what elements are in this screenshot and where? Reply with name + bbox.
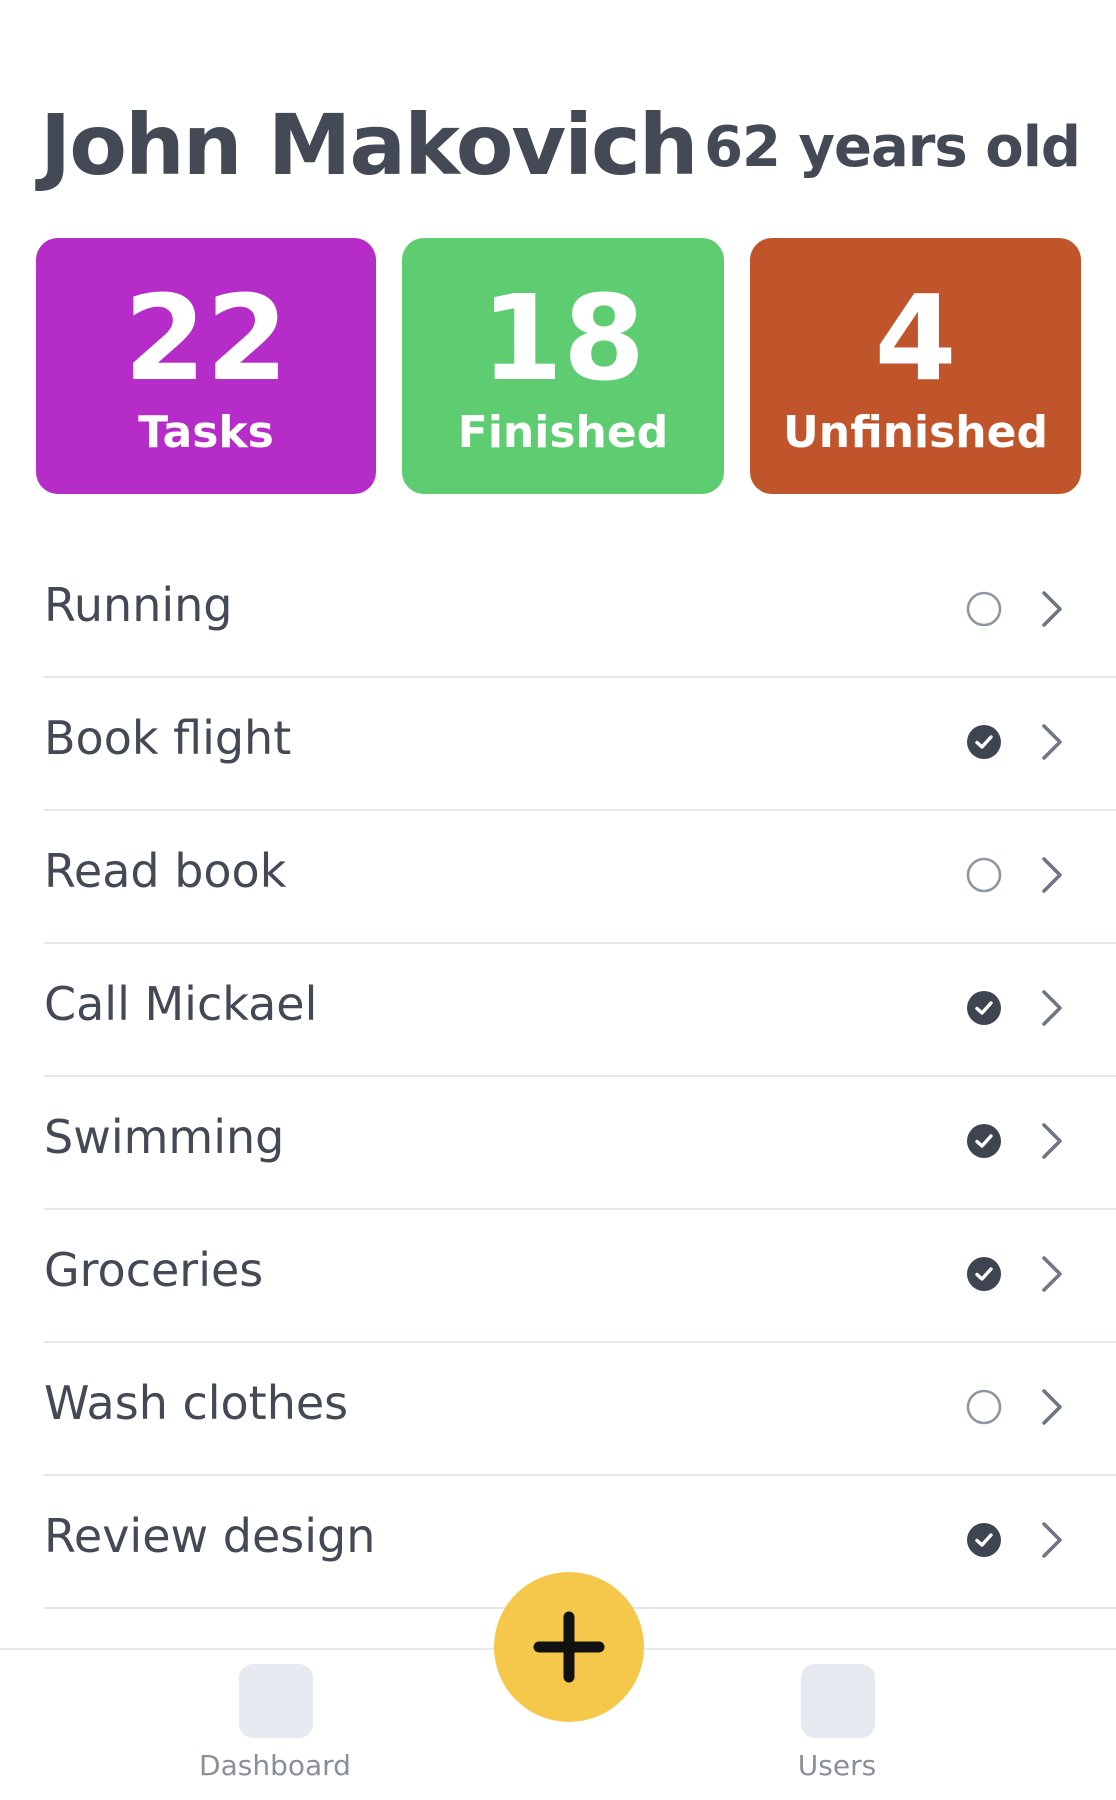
empty-circle-icon[interactable] xyxy=(966,591,1002,627)
task-row[interactable]: Read book xyxy=(44,811,1116,944)
task-label: Review design xyxy=(44,1509,376,1563)
task-label: Groceries xyxy=(44,1243,264,1297)
chevron-right-icon xyxy=(1042,857,1062,893)
stat-value: 18 xyxy=(480,269,646,407)
task-label: Book flight xyxy=(44,711,292,765)
add-task-button[interactable] xyxy=(494,1572,644,1722)
task-row[interactable]: Running xyxy=(44,545,1116,678)
chevron-right-icon xyxy=(1042,990,1062,1026)
check-circle-icon[interactable] xyxy=(966,990,1002,1026)
chevron-right-icon xyxy=(1042,1123,1062,1159)
plus-icon xyxy=(533,1611,605,1683)
tab-label: Dashboard xyxy=(199,1749,351,1782)
empty-circle-icon[interactable] xyxy=(966,857,1002,893)
chevron-right-icon xyxy=(1042,724,1062,760)
tab-dashboard[interactable]: Dashboard xyxy=(155,1650,395,1800)
stat-value: 4 xyxy=(874,269,957,407)
task-label: Call Mickael xyxy=(44,977,318,1031)
check-circle-icon[interactable] xyxy=(966,1123,1002,1159)
users-icon xyxy=(801,1664,875,1738)
check-circle-icon[interactable] xyxy=(966,724,1002,760)
tab-label: Users xyxy=(797,1749,877,1782)
task-label: Wash clothes xyxy=(44,1376,349,1430)
task-row[interactable]: Book flight xyxy=(44,678,1116,811)
task-list: Running Book flight Read book Call Mickael S… xyxy=(44,545,1116,1609)
stat-label: Tasks xyxy=(138,407,274,458)
chevron-right-icon xyxy=(1042,1522,1062,1558)
empty-circle-icon[interactable] xyxy=(966,1389,1002,1425)
task-row[interactable]: Groceries xyxy=(44,1210,1116,1343)
stat-card-tasks[interactable]: 22 Tasks xyxy=(36,238,376,494)
stat-label: Finished xyxy=(457,407,669,458)
check-circle-icon[interactable] xyxy=(966,1522,1002,1558)
stat-value: 22 xyxy=(123,269,289,407)
stats-cards: 22 Tasks 18 Finished 4 Unfinished xyxy=(36,238,1081,494)
task-row[interactable]: Call Mickael xyxy=(44,944,1116,1077)
stat-label: Unfinished xyxy=(783,407,1048,458)
user-name: John Makovich xyxy=(40,96,699,194)
task-row[interactable]: Swimming xyxy=(44,1077,1116,1210)
task-label: Swimming xyxy=(44,1110,285,1164)
task-label: Running xyxy=(44,578,233,632)
dashboard-icon xyxy=(239,1664,313,1738)
profile-header: John Makovich 62 years old xyxy=(40,95,1081,195)
tab-users[interactable]: Users xyxy=(717,1650,957,1800)
check-circle-icon[interactable] xyxy=(966,1256,1002,1292)
stat-card-unfinished[interactable]: 4 Unfinished xyxy=(750,238,1081,494)
task-row[interactable]: Wash clothes xyxy=(44,1343,1116,1476)
stat-card-finished[interactable]: 18 Finished xyxy=(402,238,724,494)
chevron-right-icon xyxy=(1042,1256,1062,1292)
chevron-right-icon xyxy=(1042,1389,1062,1425)
chevron-right-icon xyxy=(1042,591,1062,627)
user-age: 62 years old xyxy=(704,115,1081,180)
task-label: Read book xyxy=(44,844,287,898)
